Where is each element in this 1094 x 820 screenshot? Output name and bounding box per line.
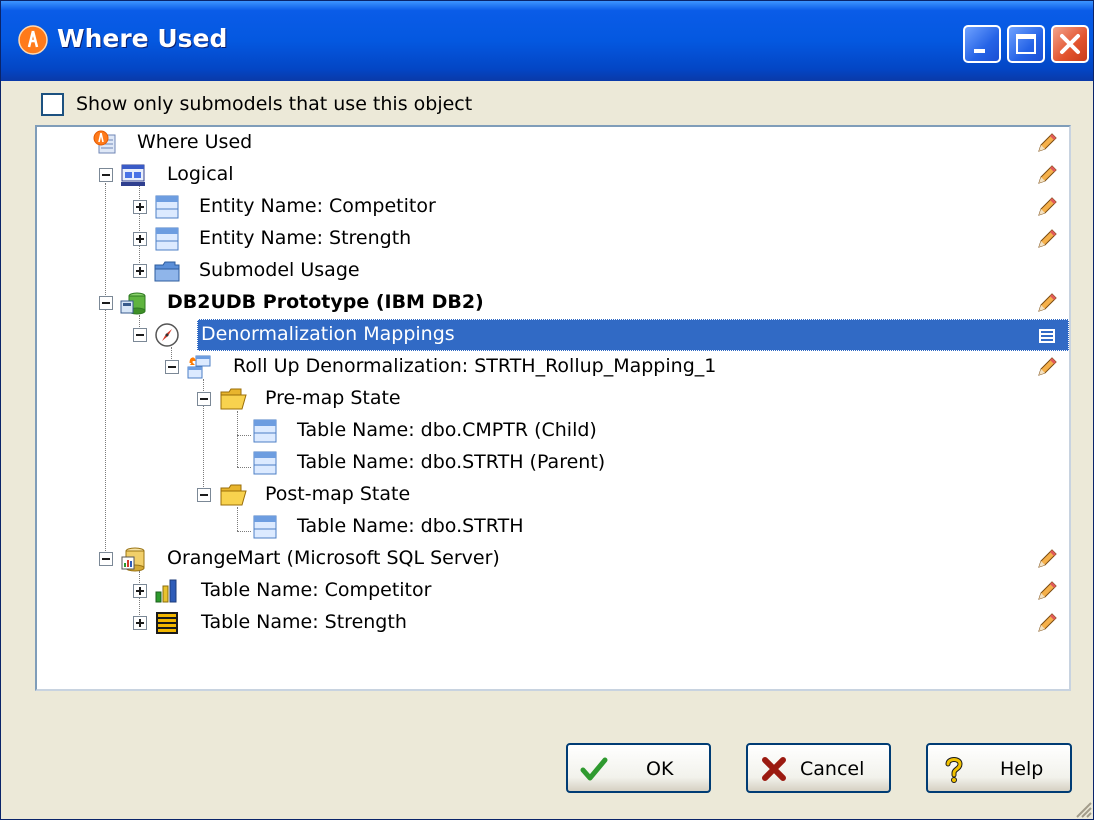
tree-node-label: OrangeMart (Microsoft SQL Server) bbox=[167, 547, 500, 569]
tree-node-submodel-usage[interactable]: Submodel Usage bbox=[37, 255, 1069, 287]
pencil-icon[interactable] bbox=[1035, 227, 1059, 251]
folder-open-icon bbox=[219, 481, 247, 509]
app-icon bbox=[18, 25, 48, 55]
pencil-icon[interactable] bbox=[1035, 355, 1059, 379]
where-used-tree[interactable]: Where Used Logical Entity Name: Competit… bbox=[35, 125, 1071, 691]
expand-icon[interactable] bbox=[133, 616, 147, 630]
close-button[interactable] bbox=[1051, 25, 1089, 63]
minimize-button[interactable] bbox=[963, 25, 1001, 63]
collapse-icon[interactable] bbox=[99, 552, 113, 566]
pencil-icon[interactable] bbox=[1035, 579, 1059, 603]
x-icon bbox=[760, 755, 788, 783]
tree-node-table-strength[interactable]: Table Name: Strength bbox=[37, 607, 1069, 639]
compass-icon bbox=[153, 321, 181, 349]
expand-icon[interactable] bbox=[133, 584, 147, 598]
pencil-icon[interactable] bbox=[1035, 195, 1059, 219]
folder-icon bbox=[153, 257, 181, 285]
tree-node-label: Table Name: Competitor bbox=[201, 579, 432, 601]
tree-node-entity-competitor[interactable]: Entity Name: Competitor bbox=[37, 191, 1069, 223]
window-title: Where Used bbox=[57, 24, 228, 53]
tree-node-label: Pre-map State bbox=[265, 387, 401, 409]
ok-button-label: OK bbox=[646, 758, 674, 780]
bar-chart-table-icon bbox=[153, 577, 181, 605]
collapse-icon[interactable] bbox=[133, 328, 147, 342]
tree-node-label: Table Name: Strength bbox=[201, 611, 407, 633]
cancel-button-label: Cancel bbox=[800, 758, 865, 780]
expand-icon[interactable] bbox=[133, 264, 147, 278]
help-button[interactable]: Help bbox=[926, 743, 1072, 793]
title-bar: Where Used bbox=[1, 1, 1093, 81]
maximize-button[interactable] bbox=[1007, 25, 1045, 63]
tree-node-rollup-mapping[interactable]: Roll Up Denormalization: STRTH_Rollup_Ma… bbox=[37, 351, 1069, 383]
table-icon bbox=[251, 449, 279, 477]
expand-icon[interactable] bbox=[133, 232, 147, 246]
tree-node-table-competitor[interactable]: Table Name: Competitor bbox=[37, 575, 1069, 607]
tree-node-postmap-state[interactable]: Post-map State bbox=[37, 479, 1069, 511]
table-icon bbox=[251, 417, 279, 445]
logical-model-icon bbox=[119, 161, 147, 189]
expand-icon[interactable] bbox=[133, 200, 147, 214]
tree-node-table-cmptr[interactable]: Table Name: dbo.CMPTR (Child) bbox=[37, 415, 1069, 447]
tree-node-label: Entity Name: Competitor bbox=[199, 195, 436, 217]
tree-node-label: Entity Name: Strength bbox=[199, 227, 412, 249]
tree-node-entity-strength[interactable]: Entity Name: Strength bbox=[37, 223, 1069, 255]
physical-model-icon bbox=[119, 289, 147, 317]
tree-node-label: Table Name: dbo.CMPTR (Child) bbox=[297, 419, 597, 441]
tree-node-label: Denormalization Mappings bbox=[201, 323, 455, 345]
sql-server-model-icon bbox=[119, 545, 147, 573]
tree-node-label: Submodel Usage bbox=[199, 259, 360, 281]
tree-node-label: Post-map State bbox=[265, 483, 411, 505]
collapse-icon[interactable] bbox=[197, 488, 211, 502]
tree-node-logical[interactable]: Logical bbox=[37, 159, 1069, 191]
tree-node-where-used[interactable]: Where Used bbox=[37, 127, 1069, 159]
tree-node-denormalization-mappings[interactable]: Denormalization Mappings bbox=[37, 319, 1069, 351]
tree-node-db2-model[interactable]: DB2UDB Prototype (IBM DB2) bbox=[37, 287, 1069, 319]
tree-node-label: Logical bbox=[167, 163, 234, 185]
show-only-submodels-label: Show only submodels that use this object bbox=[76, 93, 473, 115]
where-used-icon bbox=[91, 129, 119, 157]
properties-icon[interactable] bbox=[1039, 328, 1055, 343]
collapse-icon[interactable] bbox=[99, 168, 113, 182]
ok-button[interactable]: OK bbox=[566, 743, 711, 793]
tree-node-premap-state[interactable]: Pre-map State bbox=[37, 383, 1069, 415]
folder-open-icon bbox=[219, 385, 247, 413]
cancel-button[interactable]: Cancel bbox=[746, 743, 891, 793]
resize-grip-icon[interactable] bbox=[1071, 797, 1093, 819]
tree-node-table-strth-parent[interactable]: Table Name: dbo.STRTH (Parent) bbox=[37, 447, 1069, 479]
striped-table-icon bbox=[153, 609, 181, 637]
tree-node-label: Table Name: dbo.STRTH bbox=[297, 515, 524, 537]
show-only-submodels-checkbox[interactable] bbox=[41, 93, 64, 116]
tree-node-label: Table Name: dbo.STRTH (Parent) bbox=[297, 451, 606, 473]
pencil-icon[interactable] bbox=[1035, 163, 1059, 187]
collapse-icon[interactable] bbox=[165, 360, 179, 374]
tree-node-label: Roll Up Denormalization: STRTH_Rollup_Ma… bbox=[233, 355, 717, 377]
collapse-icon[interactable] bbox=[197, 392, 211, 406]
pencil-icon[interactable] bbox=[1035, 131, 1059, 155]
pencil-icon[interactable] bbox=[1035, 547, 1059, 571]
entity-icon bbox=[153, 193, 181, 221]
where-used-dialog: Where Used Show only submodels that use … bbox=[0, 0, 1094, 820]
tree-node-orangemart[interactable]: OrangeMart (Microsoft SQL Server) bbox=[37, 543, 1069, 575]
tree-node-label: DB2UDB Prototype (IBM DB2) bbox=[167, 291, 484, 313]
tree-node-label: Where Used bbox=[137, 131, 253, 153]
entity-icon bbox=[153, 225, 181, 253]
pencil-icon[interactable] bbox=[1035, 611, 1059, 635]
question-icon bbox=[940, 755, 968, 783]
tree-node-table-strth[interactable]: Table Name: dbo.STRTH bbox=[37, 511, 1069, 543]
rollup-mapping-icon bbox=[185, 353, 213, 381]
collapse-icon[interactable] bbox=[99, 296, 113, 310]
checkmark-icon bbox=[580, 755, 608, 783]
table-icon bbox=[251, 513, 279, 541]
pencil-icon[interactable] bbox=[1035, 291, 1059, 315]
help-button-label: Help bbox=[1000, 758, 1044, 780]
